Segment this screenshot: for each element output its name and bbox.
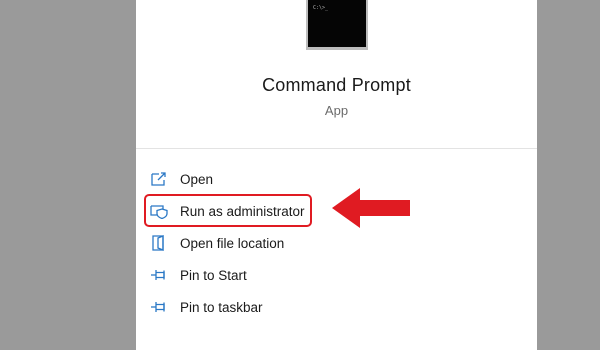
open-icon	[150, 170, 168, 188]
menu-item-label: Pin to taskbar	[180, 299, 263, 315]
highlight-box	[144, 194, 312, 227]
pin-icon	[150, 266, 168, 284]
pin-icon	[150, 298, 168, 316]
menu-item-label: Open	[180, 171, 214, 187]
app-title: Command Prompt	[262, 75, 411, 95]
divider	[136, 148, 537, 149]
menu-item-label: Pin to Start	[180, 267, 247, 283]
menu-item-pin-to-start[interactable]: Pin to Start	[150, 263, 450, 287]
folder-icon	[150, 234, 168, 252]
menu-item-open-file-location[interactable]: Open file location	[150, 231, 450, 255]
command-prompt-icon: C:\>_	[308, 0, 366, 47]
tile-prompt-text: C:\>_	[313, 5, 329, 11]
menu-item-pin-to-taskbar[interactable]: Pin to taskbar	[150, 295, 450, 319]
app-type: App	[324, 103, 349, 118]
start-menu-app-panel: C:\>_ Command Prompt App Open Run as adm…	[136, 0, 537, 350]
menu-item-label: Open file location	[180, 235, 285, 251]
red-arrow-icon	[332, 188, 410, 228]
app-tile[interactable]: C:\>_	[306, 0, 368, 50]
